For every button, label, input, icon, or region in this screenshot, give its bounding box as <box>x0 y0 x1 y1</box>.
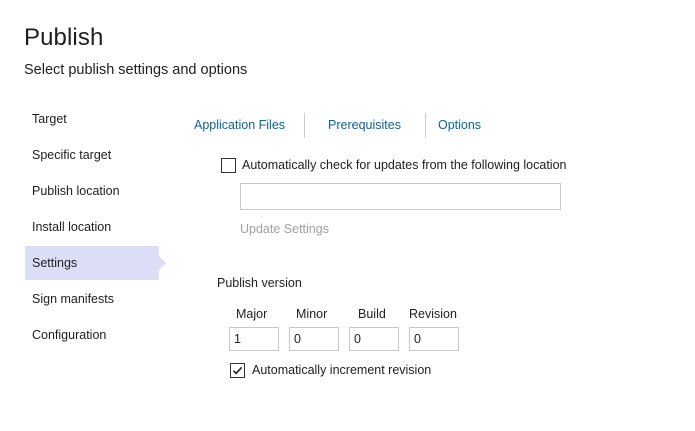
tab-application-files[interactable]: Application Files <box>194 113 285 138</box>
major-label: Major <box>236 307 268 321</box>
sidebar-item-install-location[interactable]: Install location <box>25 210 159 244</box>
minor-label: Minor <box>296 307 328 321</box>
build-label: Build <box>358 307 386 321</box>
auto-check-updates-checkbox[interactable] <box>221 158 236 173</box>
revision-label: Revision <box>409 307 457 321</box>
build-input[interactable] <box>349 327 399 351</box>
page-title: Publish <box>24 24 104 51</box>
sidebar-item-specific-target[interactable]: Specific target <box>25 138 159 172</box>
tab-separator <box>304 113 306 138</box>
major-input[interactable] <box>229 327 279 351</box>
tab-prerequisites[interactable]: Prerequisites <box>328 113 401 138</box>
sidebar-nav: Target Specific target Publish location … <box>25 102 166 354</box>
settings-tabs: Application Files Prerequisites Options <box>194 113 481 138</box>
update-settings-button[interactable]: Update Settings <box>240 222 329 236</box>
publish-version-label: Publish version <box>217 276 302 290</box>
auto-check-updates-label[interactable]: Automatically check for updates from the… <box>242 158 566 172</box>
auto-increment-label[interactable]: Automatically increment revision <box>252 363 431 377</box>
minor-input[interactable] <box>289 327 339 351</box>
revision-input[interactable] <box>409 327 459 351</box>
publish-page: Publish Select publish settings and opti… <box>0 0 695 431</box>
auto-increment-checkbox[interactable] <box>230 363 245 378</box>
tab-options[interactable]: Options <box>438 113 481 138</box>
sidebar-item-target[interactable]: Target <box>25 102 159 136</box>
sidebar-item-configuration[interactable]: Configuration <box>25 318 159 352</box>
sidebar-item-sign-manifests[interactable]: Sign manifests <box>25 282 159 316</box>
update-location-input[interactable] <box>240 183 561 210</box>
checkmark-icon <box>232 366 243 375</box>
sidebar-item-settings[interactable]: Settings <box>25 246 166 280</box>
sidebar-item-publish-location[interactable]: Publish location <box>25 174 159 208</box>
tab-separator <box>424 113 426 138</box>
page-subtitle: Select publish settings and options <box>24 62 248 78</box>
